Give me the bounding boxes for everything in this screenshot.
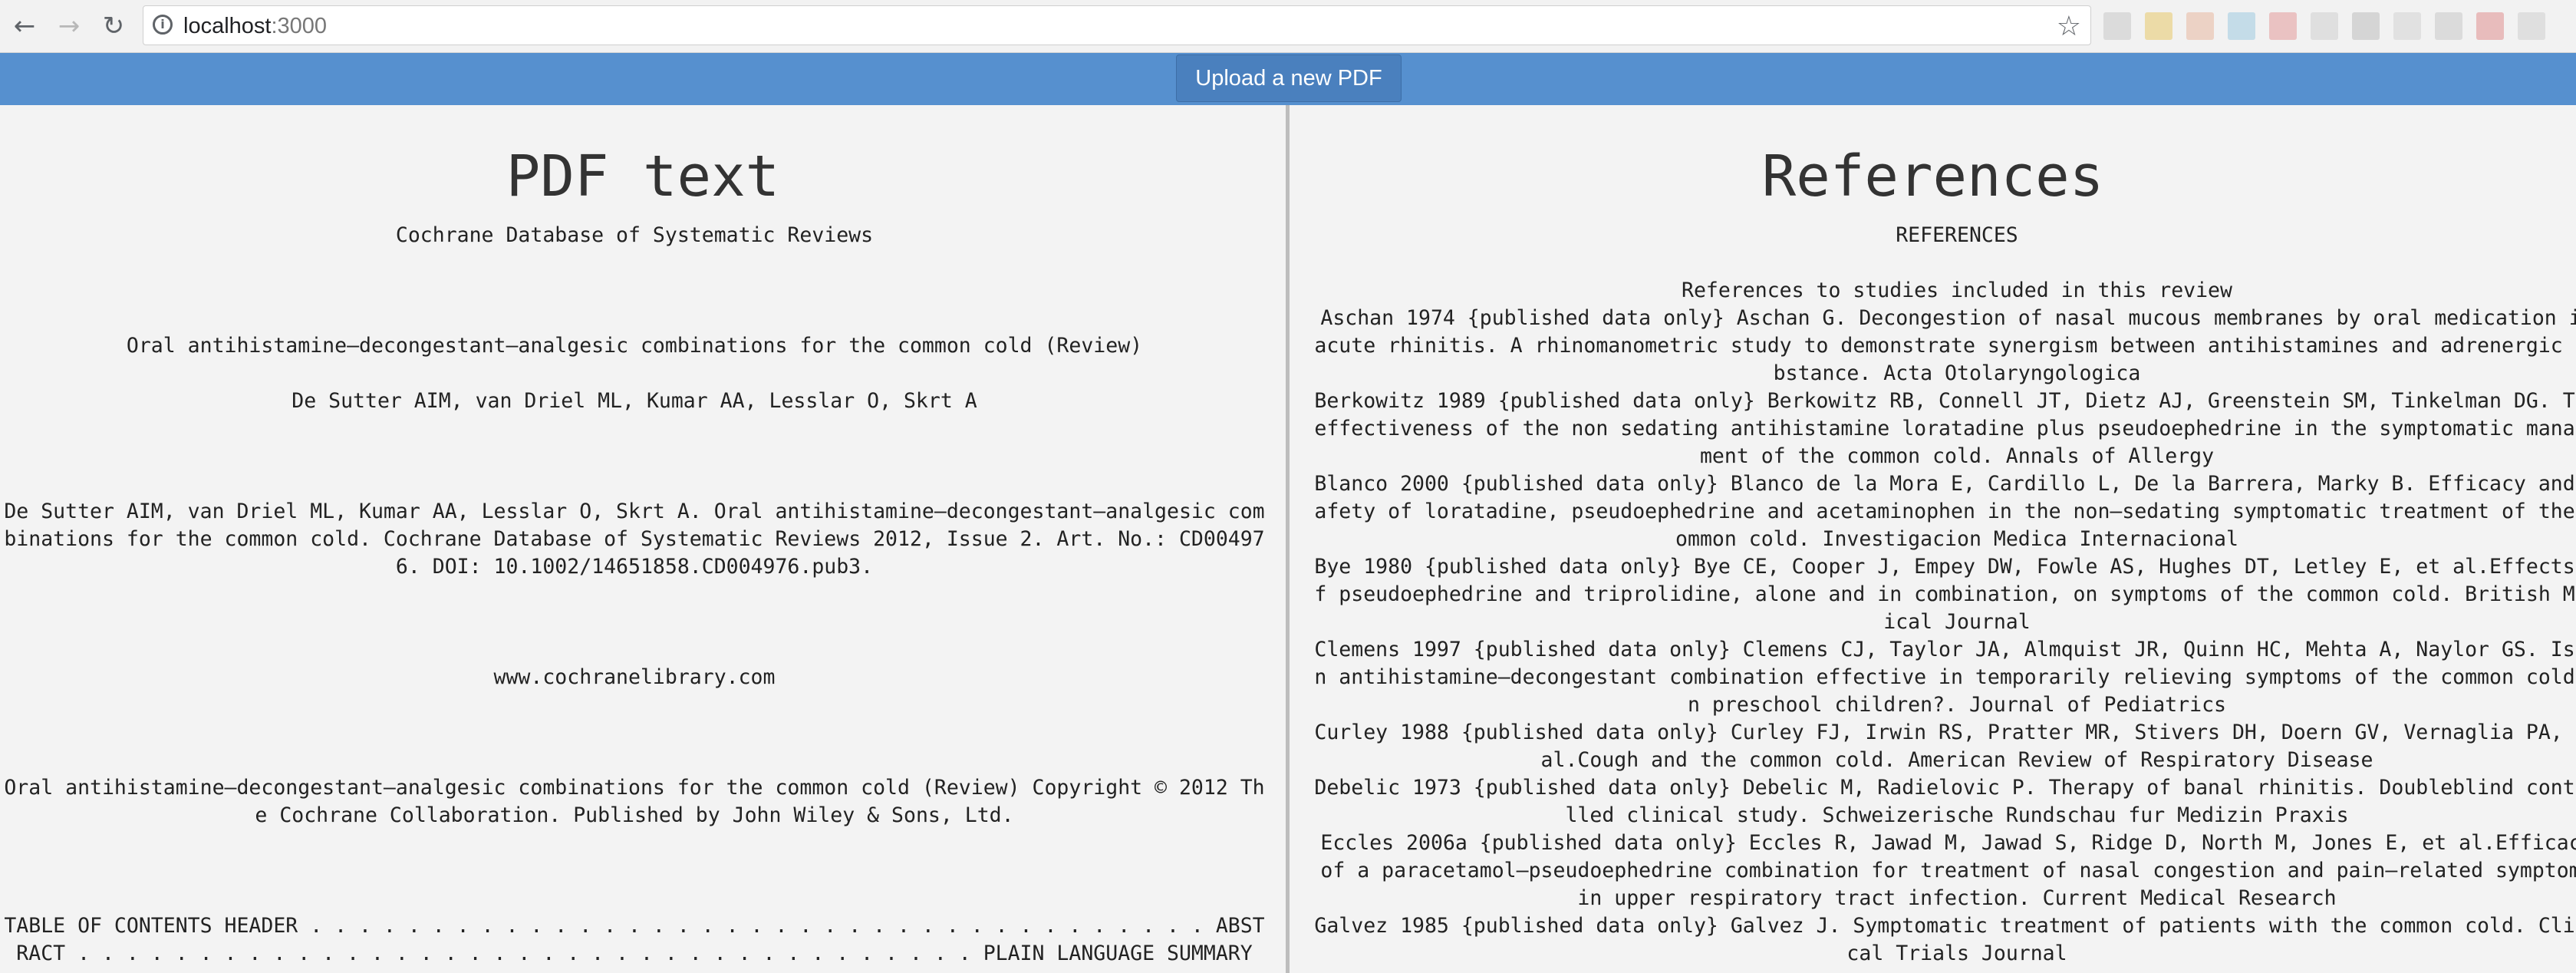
pdf-text-line: [2, 830, 1267, 857]
pdf-text-line: [2, 443, 1267, 470]
pdf-text-line: www.cochranelibrary.com: [493, 665, 776, 689]
star-icon[interactable]: ☆: [2057, 11, 2081, 42]
pdf-text-line: Oral antihistamine–decongestant–analgesi…: [4, 776, 1265, 827]
pdf-text-title: PDF text: [506, 143, 780, 209]
extension-icons: [2103, 5, 2576, 51]
ext-2-icon[interactable]: [2145, 12, 2172, 40]
reference-line: References to studies included in this r…: [1682, 279, 2232, 302]
ext-7-icon[interactable]: [2352, 12, 2380, 40]
reload-icon: ↻: [102, 11, 125, 41]
pdf-text-line: Cochrane Database of Systematic Reviews: [395, 223, 874, 247]
reference-line: [1313, 249, 2576, 277]
pdf-text-line: [2, 747, 1267, 774]
info-icon[interactable]: i: [153, 15, 173, 35]
pdf-text-line: [2, 360, 1267, 388]
pdf-text-line: [2, 885, 1267, 912]
reference-line: Blanco 2000 {published data only} Blanco…: [1314, 472, 2576, 551]
pdf-text-line: [2, 470, 1267, 498]
references-panel[interactable]: References REFERENCES References to stud…: [1290, 105, 2576, 973]
ext-3-icon[interactable]: [2186, 12, 2214, 40]
ext-5-icon[interactable]: [2269, 12, 2297, 40]
pdf-text-line: [2, 719, 1267, 747]
pdf-text-line: [2, 249, 1267, 277]
browser-toolbar: ← → ↻ i localhost:3000 ☆: [0, 0, 2576, 53]
reference-line: Eccles 2006a {published data only} Eccle…: [1320, 831, 2576, 910]
reference-line: Bye 1980 {published data only} Bye CE, C…: [1314, 555, 2576, 634]
pdf-text-panel[interactable]: PDF text Cochrane Database of Systematic…: [0, 105, 1286, 973]
pdf-text-line: [2, 691, 1267, 719]
ext-11-icon[interactable]: [2518, 12, 2545, 40]
references-title: References: [1761, 143, 2104, 209]
pdf-text-line: Oral antihistamine–decongestant–analgesi…: [126, 334, 1143, 358]
pdf-text-line: TABLE OF CONTENTS HEADER . . . . . . . .…: [4, 914, 1265, 965]
pdf-text-line: [2, 581, 1267, 609]
ext-1-icon[interactable]: [2103, 12, 2131, 40]
reference-line: Berkowitz 1989 {published data only} Ber…: [1314, 389, 2576, 468]
ext-4-icon[interactable]: [2228, 12, 2255, 40]
reload-button[interactable]: ↻: [95, 8, 132, 45]
forward-button[interactable]: →: [51, 8, 87, 45]
reference-line: Curley 1988 {published data only} Curley…: [1314, 721, 2576, 772]
reference-line: Galvez 1985 {published data only} Galvez…: [1314, 914, 2576, 965]
references-content: REFERENCES References to studies include…: [1313, 222, 2576, 968]
pdf-text-line: De Sutter AIM, van Driel ML, Kumar AA, L…: [292, 389, 977, 413]
pdf-text-line: [2, 415, 1267, 443]
reference-line: Aschan 1974 {published data only} Aschan…: [1314, 306, 2576, 385]
url-text[interactable]: localhost:3000: [183, 14, 327, 39]
upload-pdf-button[interactable]: Upload a new PDF: [1176, 54, 1402, 102]
reference-line: Debelic 1973 {published data only} Debel…: [1314, 776, 2576, 827]
pdf-text-line: [2, 636, 1267, 664]
arrow-right-icon: →: [58, 11, 81, 41]
reference-line: REFERENCES: [1896, 223, 2018, 247]
ext-6-icon[interactable]: [2311, 12, 2338, 40]
ext-10-icon[interactable]: [2476, 12, 2504, 40]
pdf-text-line: [2, 609, 1267, 636]
app-header: Upload a new PDF: [0, 53, 2576, 105]
pdf-text-line: [2, 857, 1267, 885]
arrow-left-icon: ←: [13, 11, 36, 41]
pdf-text-line: [2, 305, 1267, 332]
address-bar[interactable]: i localhost:3000 ☆: [143, 5, 2091, 45]
pdf-text-line: De Sutter AIM, van Driel ML, Kumar AA, L…: [4, 500, 1265, 579]
url-host: localhost: [183, 14, 272, 38]
ext-8-icon[interactable]: [2393, 12, 2421, 40]
back-button[interactable]: ←: [6, 8, 43, 45]
url-port: :3000: [271, 14, 328, 38]
reference-line: Clemens 1997 {published data only} Cleme…: [1314, 638, 2576, 717]
ext-9-icon[interactable]: [2435, 12, 2462, 40]
pdf-text-line: [2, 277, 1267, 305]
pdf-text-content: Cochrane Database of Systematic Reviews …: [2, 222, 1267, 968]
